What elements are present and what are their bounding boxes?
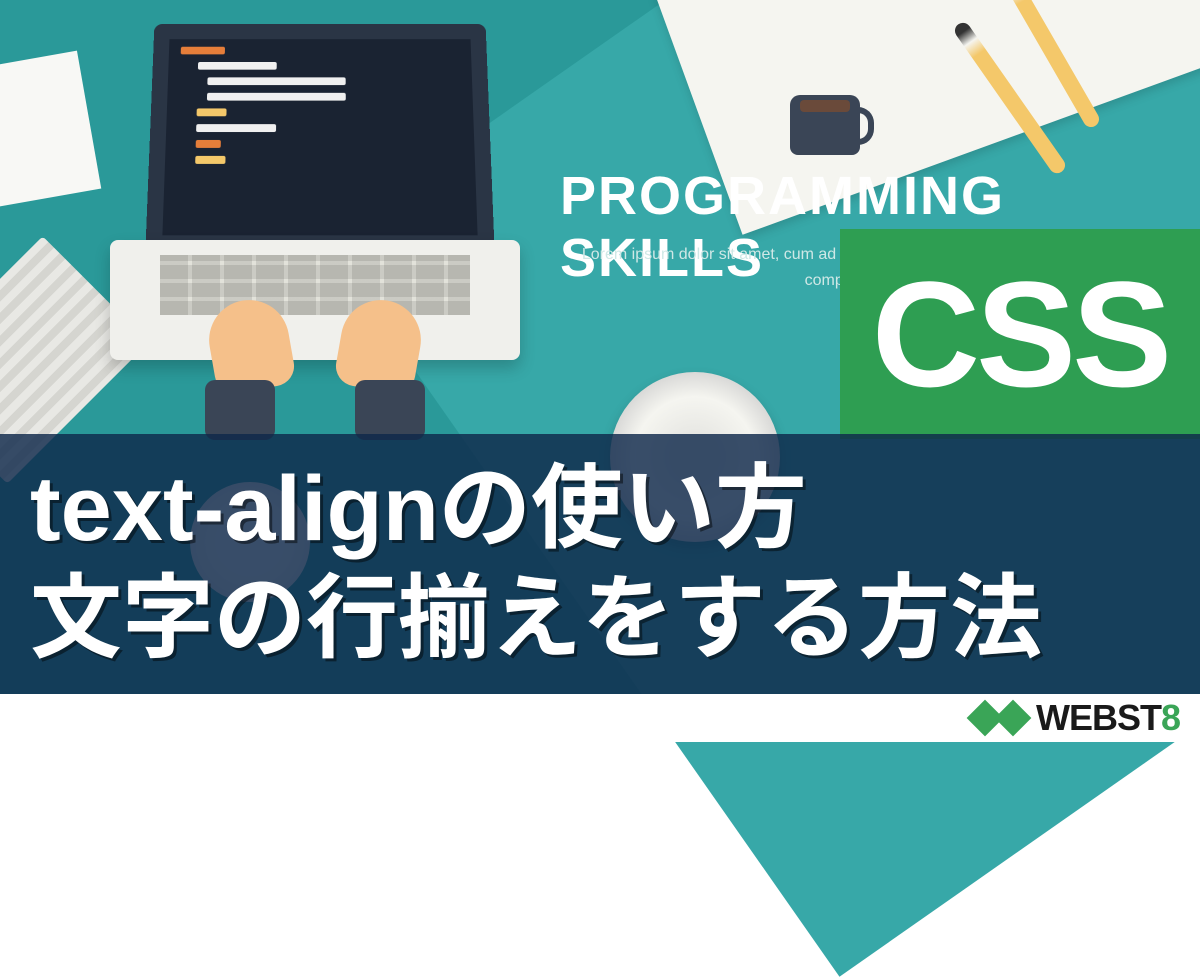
- code-line: [197, 108, 227, 116]
- title-line-1: text-alignの使い方: [30, 454, 1170, 564]
- code-line: [207, 93, 346, 101]
- logo-text-part1: WEBST: [1036, 697, 1161, 738]
- keyboard: [160, 255, 470, 315]
- code-line: [181, 47, 225, 55]
- arm-icon: [205, 380, 275, 440]
- logo-text-part2: 8: [1161, 697, 1180, 738]
- code-line: [196, 124, 276, 132]
- footer-bar: WEBST8: [0, 694, 1200, 742]
- laptop-illustration: [110, 20, 530, 420]
- css-badge: CSS: [840, 229, 1200, 439]
- laptop-screen: [145, 24, 494, 252]
- code-line: [207, 77, 345, 85]
- coffee-mug-icon: [790, 95, 860, 155]
- code-line: [196, 140, 221, 148]
- webst8-logo-icon: [972, 705, 1026, 731]
- laptop-base: [110, 240, 520, 360]
- title-line-2: 文字の行揃えをする方法: [30, 564, 1170, 674]
- title-overlay: text-alignの使い方 文字の行揃えをする方法: [0, 434, 1200, 694]
- css-badge-label: CSS: [872, 248, 1168, 421]
- webst8-logo-text: WEBST8: [1036, 697, 1180, 739]
- code-line: [198, 62, 277, 70]
- arm-icon: [355, 380, 425, 440]
- code-line: [195, 156, 225, 164]
- diamond-icon: [995, 700, 1032, 737]
